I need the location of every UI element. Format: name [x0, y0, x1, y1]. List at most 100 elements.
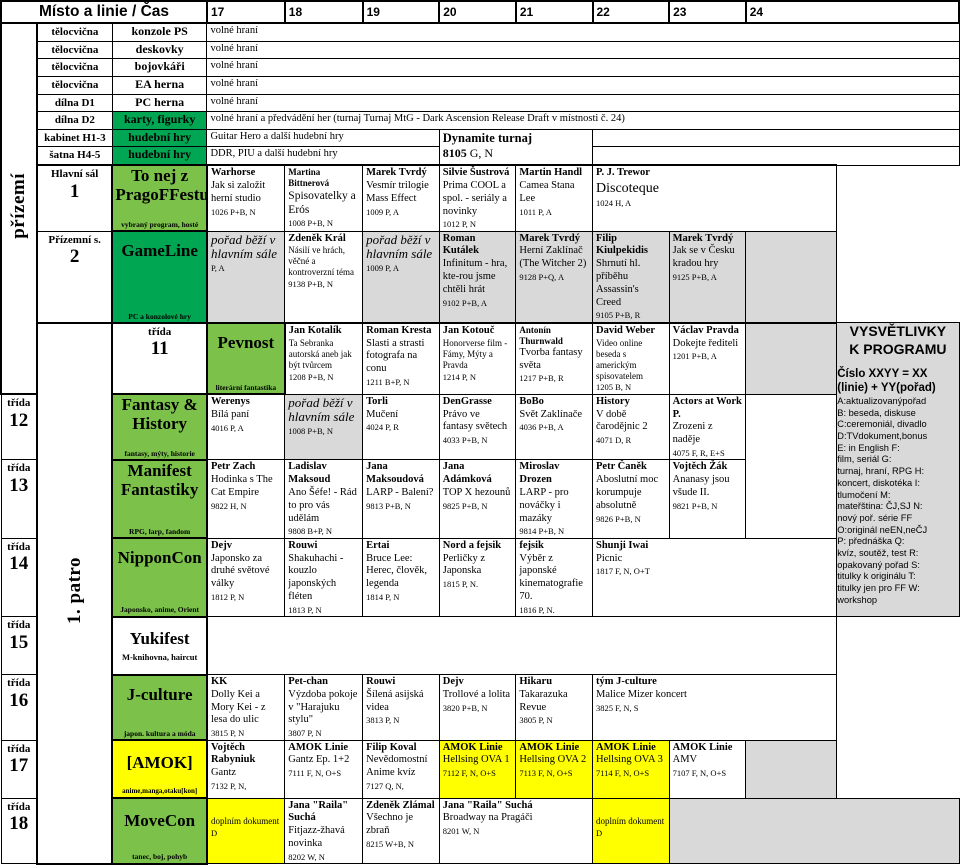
program-title: Video online beseda s americkým spisovat… — [596, 337, 643, 381]
program-title: Shakuhachi - kouzlo japonských fléten — [288, 552, 344, 602]
program-title: Takarazuka Revue — [519, 688, 568, 713]
program-title: Bruce Lee: Herec, člověk, legenda — [366, 552, 428, 590]
line-name: MoveCon — [124, 811, 196, 831]
program-cell: Vojtěch Žák Ananasy jsou všude II. 9821 … — [668, 459, 747, 539]
line-name: deskovky — [135, 41, 184, 56]
line-subtitle: literární fantastika — [215, 383, 277, 393]
program-cell: AMOK Linie Hellsing OVA 2 7113 F, N, O+S — [515, 739, 593, 799]
program-author: Werenys — [210, 396, 250, 408]
place-cell: třída 18 — [0, 797, 38, 865]
program-author: History — [596, 395, 630, 407]
legend-entry: B: beseda, diskuse — [837, 407, 916, 418]
place-number: 11 — [150, 338, 169, 360]
program-author: AMOK Linie — [672, 741, 733, 753]
program-cell-empty — [592, 146, 960, 166]
program-title: Herní Zaklínač (The Witcher 2) — [519, 245, 587, 270]
program-code: 9813 P+B, N — [366, 500, 411, 511]
line-subtitle: vybraný program, hosté — [121, 219, 199, 229]
program-title: Perličky z Japonska — [442, 552, 486, 577]
program-cell: Marek Tvrdý Herní Zaklínač (The Witcher … — [515, 230, 593, 324]
place-number: 16 — [9, 689, 29, 711]
program-cell-running: pořad běží v hlavním sále 1008 P+B, N — [284, 393, 364, 461]
place-cell: dílna D2 — [36, 111, 113, 130]
program-author: Filip Kiulpekidis — [596, 232, 648, 257]
program-title: Ananasy jsou všude II. — [672, 474, 730, 498]
line-cell: bojovkáři — [111, 58, 208, 77]
program-author: Dejv — [210, 539, 232, 551]
program-author: Martina Bittnerová — [288, 167, 330, 189]
place-cell: třída 11 — [111, 321, 208, 395]
line-cell: deskovky — [111, 40, 208, 60]
program-cell: Zdeněk Zlámal Všechno je zbraň 8215 W+B,… — [362, 797, 440, 865]
program-author: Warhorse — [210, 167, 256, 179]
program-author: Miroslav Drozen — [519, 461, 560, 486]
program-author: David Weber — [596, 324, 656, 336]
line-name: J-culture — [126, 684, 193, 704]
legend-entry: C:ceremoniál, divadlo — [837, 419, 927, 430]
line-name: bojovkáři — [134, 59, 185, 74]
program-free-play: volné hraní — [206, 93, 960, 113]
program-code: 1208 P+B, N — [288, 371, 334, 382]
place-cell-main-hall: Hlavní sál 1 — [36, 164, 113, 232]
line-cell: Manifest Fantastiky RPG, larp, fandom — [111, 458, 208, 540]
program-author: Torli — [366, 395, 388, 407]
table-row: dílna D2 karty, figurky volné hraní a př… — [1, 111, 960, 130]
place-name: třída — [7, 742, 31, 755]
program-cell-empty — [745, 230, 838, 324]
program-cell: Petr Zach Hodinka s The Cat Empire 9822 … — [206, 459, 286, 539]
program-author: Petr Čaněk — [596, 461, 647, 473]
line-cell-gameline: GameLine PC a konzolové hry — [111, 230, 208, 324]
legend-key-line2: (linie) + YY(pořad) — [837, 382, 936, 395]
table-row-class-13: třída 13 Manifest Fantastiky RPG, larp, … — [0, 458, 959, 540]
table-row: kabinet H1-3 hudební hry Guitar Hero a d… — [1, 128, 960, 166]
line-name-2: PragoFFestu — [115, 184, 207, 204]
line-name: konzole PS — [131, 24, 188, 38]
program-cell-running: pořad běží v hlavním sále P, A — [206, 230, 286, 324]
line-subtitle: RPG, larp, fandom — [129, 526, 191, 536]
program-cell: doplním dokument D — [592, 797, 670, 865]
place-name: Hlavní sál — [50, 168, 99, 181]
header-time-19: 19 — [361, 0, 441, 24]
program-title: Gantz — [210, 767, 237, 779]
line-name-1: To nej z — [131, 166, 189, 186]
program-cell: Roman Kutálek Infinitum - hra, kte-rou j… — [438, 230, 517, 324]
program-author: P. J. Trewor — [596, 167, 650, 179]
legend-entry: kvíz, soutěž, test R: — [837, 548, 919, 559]
program-cell: Marek Tvrdý Jak se v Česku kradou hry 91… — [668, 230, 747, 324]
legend-entry: P: přednáška Q: — [837, 536, 905, 547]
program-cell: Jana "Raila" Suchá Fitjazz-žhavá novinka… — [284, 797, 364, 865]
program-code: 1205 B, N — [596, 382, 632, 393]
program-title: Honorverse film - Fámy, Mýty a Pravda — [442, 337, 508, 370]
program-title: LARP - pro nováčky i mazáky — [519, 486, 569, 524]
legend-entry: titulky k originálu T: — [837, 571, 916, 582]
place-name: třída — [7, 540, 31, 553]
program-cell: Ladislav Maksoud Ano Šéfe! - Rád to pro … — [284, 459, 364, 539]
program-author: Zdeněk Král — [288, 232, 346, 244]
program-author: fejsik — [519, 539, 544, 551]
header-time-20: 20 — [438, 0, 517, 24]
program-cell: Zdeněk Král Násilí ve hrách, věčné a kon… — [284, 230, 364, 324]
place-number: 17 — [9, 755, 29, 777]
program-code: 7132 P, N, — [210, 781, 247, 792]
program-title: Hellsing OVA 1 — [442, 754, 510, 766]
program-title: Shrnutí hl. příběhu Assassin's Creed — [596, 258, 641, 308]
program-author: Actors at Work P. — [672, 395, 742, 420]
program-code: 9125 P+B, A — [672, 272, 717, 283]
program-code: 3805 P, N — [519, 715, 553, 726]
legend-entry: workshop — [837, 594, 878, 605]
line-subtitle: tanec, boj, pohyb — [132, 852, 188, 862]
program-schedule-page: Místo a linie / Čas 17 18 19 20 21 22 23… — [0, 0, 960, 865]
program-author: Nord a fejsik — [442, 539, 502, 551]
program-title: pořad běží v hlavním sále — [288, 394, 355, 425]
place-cell: tělocvična — [36, 75, 113, 95]
table-row-class-16: třída 16 J-culture japon. kultura a móda… — [0, 673, 959, 742]
program-code: 8202 W, N — [288, 851, 325, 862]
program-title: Gantz Ep. 1+2 — [288, 754, 350, 766]
program-code: 3813 P, N — [366, 715, 400, 726]
program-title: Vesmír trilogie Mass Effect — [366, 179, 429, 204]
program-code: 9826 P+B, N — [596, 513, 641, 524]
program-code: 1008 P+B, N — [288, 218, 334, 229]
program-code: 9128 P+Q, A — [519, 272, 565, 283]
legend-entry: turnaj, hraní, RPG H: — [837, 466, 925, 477]
legend-entry: A:aktualizovanýpořad — [837, 395, 927, 406]
